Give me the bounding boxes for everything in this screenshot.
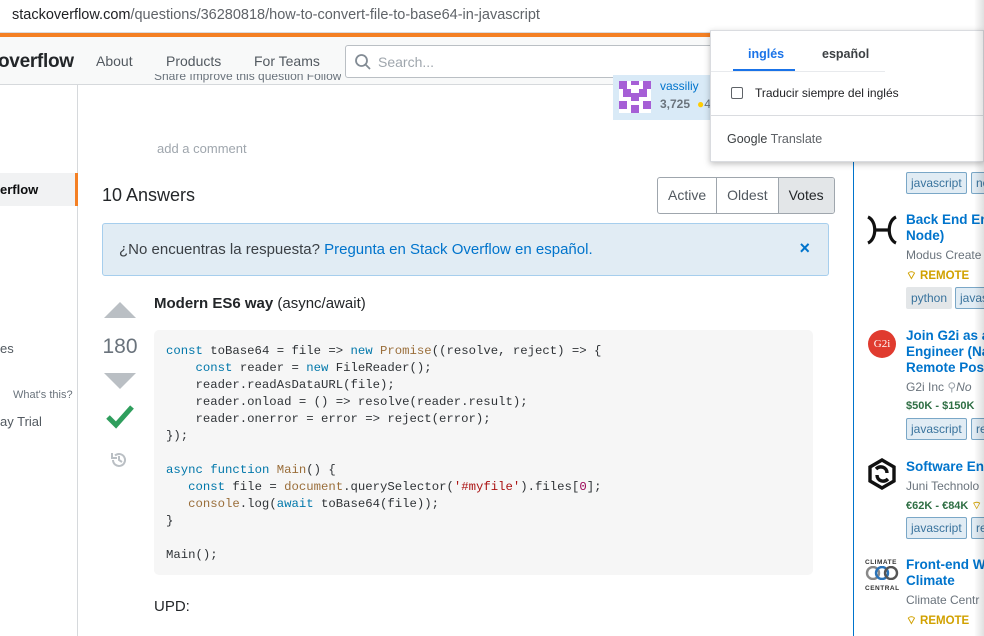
job-remote-badge: ⌔ REMOTE xyxy=(906,270,970,282)
notice-link[interactable]: Pregunta en Stack Overflow en español. xyxy=(324,241,593,258)
add-comment-link[interactable]: add a comment xyxy=(157,141,247,156)
nav-products[interactable]: Products xyxy=(166,53,221,69)
answers-count: 10 Answers xyxy=(102,185,196,205)
job-remote-badge: ⌔ REMOTE xyxy=(906,615,970,627)
job-title[interactable]: Software Eng xyxy=(906,459,984,475)
wifi-icon: ⌔ xyxy=(906,615,921,627)
job-company: G2i Inc ⚲No xyxy=(906,380,972,394)
translate-popup: inglés español Traducir siempre del ingl… xyxy=(710,30,984,162)
vote-count: 180 xyxy=(102,335,138,358)
tab-oldest[interactable]: Oldest xyxy=(716,178,777,213)
sidebar-item-stackoverflow[interactable]: erflow xyxy=(0,173,78,206)
sidebar-free-trial[interactable]: ay Trial xyxy=(0,414,42,429)
job-company: Climate Centr xyxy=(906,593,980,607)
sidebar-item-label: erflow xyxy=(0,182,39,197)
user-badge: ●4 xyxy=(697,97,711,111)
job-company: Juni Technolo xyxy=(906,479,980,493)
job-tag[interactable]: javascript xyxy=(906,172,967,194)
nav-for-teams[interactable]: For Teams xyxy=(254,53,320,69)
g2i-logo: G2i xyxy=(868,330,896,358)
job-tag[interactable]: javascript xyxy=(906,418,967,440)
job-salary: €62K - €84K ⌔ xyxy=(906,500,982,512)
location-icon: ⚲ xyxy=(947,380,957,394)
user-reputation: 3,725 xyxy=(660,97,691,111)
spanish-notice: ¿No encuentras la respuesta? Pregunta en… xyxy=(102,223,829,276)
job-title[interactable]: Back End En Node) xyxy=(906,212,984,244)
accepted-check-icon xyxy=(106,405,134,429)
job-title[interactable]: Join G2i as a Engineer (Na Remote Posit xyxy=(906,328,984,376)
job-tag[interactable]: javascript xyxy=(906,517,967,539)
left-sidebar: erflow es What's this? ay Trial xyxy=(0,85,78,636)
wifi-icon: ⌔ xyxy=(906,270,921,282)
tab-active[interactable]: Active xyxy=(658,178,716,213)
jobs-sidebar: ▲ REMOTE javascript no Back End EnNode) … xyxy=(853,85,984,636)
tab-separator xyxy=(711,71,885,72)
url-text[interactable]: stackoverflow.com/questions/36280818/how… xyxy=(12,7,540,23)
job-company: Modus Create xyxy=(906,248,982,262)
google-translate-brand: Google Translate xyxy=(727,132,823,146)
search-placeholder: Search... xyxy=(378,54,435,70)
downvote-icon[interactable] xyxy=(104,373,136,389)
climate-central-logo: CLIMATE CENTRAL xyxy=(865,559,900,592)
window-edge-shadow xyxy=(974,0,984,636)
code-block[interactable]: const toBase64 = file => new Promise((re… xyxy=(154,330,813,575)
search-icon xyxy=(355,54,371,70)
juni-logo xyxy=(868,458,896,490)
divider xyxy=(711,115,984,116)
url-path: /questions/36280818/how-to-convert-file-… xyxy=(130,7,540,23)
always-translate-checkbox[interactable] xyxy=(731,87,743,99)
question-owner-card: vassiliy 3,725 ●4 xyxy=(613,75,713,120)
job-title[interactable]: Front-end WeClimate xyxy=(906,557,984,589)
close-icon[interactable]: × xyxy=(799,238,810,259)
modus-create-logo xyxy=(867,215,897,245)
nav-about[interactable]: About xyxy=(96,53,133,69)
user-avatar[interactable] xyxy=(619,81,651,113)
upvote-icon[interactable] xyxy=(104,302,136,318)
question-actions[interactable]: Share Improve this question Follow xyxy=(154,74,341,86)
user-name[interactable]: vassiliy xyxy=(660,79,699,93)
job-salary: $50K - $150K xyxy=(906,400,975,412)
site-logo[interactable]: overflow xyxy=(0,51,74,73)
url-host: stackoverflow.com xyxy=(12,7,131,23)
search-input[interactable]: Search... xyxy=(345,45,745,78)
tab-espanol[interactable]: español xyxy=(822,47,869,61)
job-tag[interactable]: python xyxy=(906,287,953,309)
answer-heading: Modern ES6 way (async/await) xyxy=(154,295,366,312)
tab-ingles[interactable]: inglés xyxy=(748,47,784,61)
notice-text: ¿No encuentras la respuesta? Pregunta en… xyxy=(119,241,593,258)
tab-votes[interactable]: Votes xyxy=(777,178,834,213)
sidebar-item-partial[interactable]: es xyxy=(0,341,14,356)
code-content: const toBase64 = file => new Promise((re… xyxy=(166,344,602,562)
address-bar[interactable]: stackoverflow.com/questions/36280818/how… xyxy=(0,0,984,33)
sort-tabs: Active Oldest Votes xyxy=(657,177,835,214)
history-icon[interactable] xyxy=(109,450,129,470)
upd-label: UPD: xyxy=(154,598,190,615)
whats-this-link[interactable]: What's this? xyxy=(13,389,73,401)
always-translate-label[interactable]: Traducir siempre del inglés xyxy=(755,86,899,100)
